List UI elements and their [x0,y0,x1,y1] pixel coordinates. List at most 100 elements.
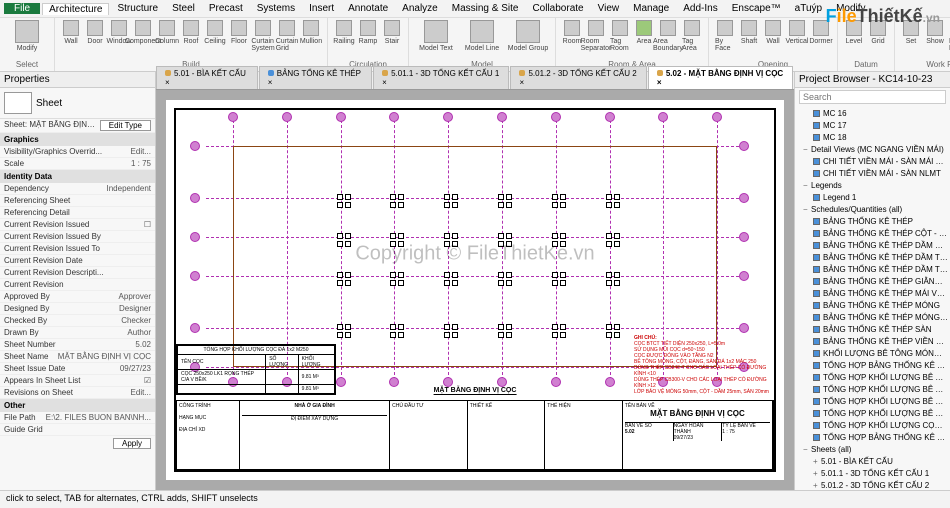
props-row[interactable]: Sheet Issue Date09/27/23 [0,363,155,375]
props-row[interactable]: Current Revision Date [0,255,155,267]
ribbon-wall[interactable]: Wall [61,20,81,52]
props-row[interactable]: Approved ByApprover [0,291,155,303]
browser-search-input[interactable] [799,90,946,104]
properties-type[interactable]: Sheet [0,88,155,119]
drawing-canvas[interactable]: MẶT BẰNG ĐỊNH VỊ CỌC TỔNG HỢP KHỐI LƯỢNG… [166,100,784,480]
tree-item[interactable]: +5.01 - BÌA KẾT CẤU [797,456,948,468]
tree-item[interactable]: TỔNG HỢP KHỐI LƯỢNG BÊ TÔNG DẦM [797,384,948,396]
menu-precast[interactable]: Precast [203,3,249,14]
tree-item[interactable]: BẢNG THỐNG KÊ THÉP GIẰNG MÓNG [797,276,948,288]
ribbon-area-boundary[interactable]: Area Boundary [658,20,678,52]
ribbon-door[interactable]: Door [85,20,105,52]
props-row[interactable]: Appears In Sheet List☑ [0,375,155,387]
props-row[interactable]: Visibility/Graphics Overrid...Edit... [0,146,155,158]
ribbon-shaft[interactable]: Shaft [739,20,759,52]
tree-item[interactable]: TỔNG HỢP KHỐI LƯỢNG CỌC ĐÁ 1x2 M250 [797,420,948,432]
menu-enscape[interactable]: Enscape™ [726,3,787,14]
ribbon-mullion[interactable]: Mullion [301,20,321,52]
tree-item[interactable]: CHI TIẾT VIỀN MÁI - SÀN MÁI TUM [797,156,948,168]
tree-item[interactable]: TỔNG HỢP KHỐI LƯỢNG BÊ TÔNG CỘT ĐÁ 1 [797,372,948,384]
ribbon-stair[interactable]: Stair [382,20,402,52]
menu-manage[interactable]: Manage [627,3,675,14]
menu-structure[interactable]: Structure [111,3,164,14]
props-row[interactable]: Designed ByDesigner [0,303,155,315]
ribbon-vertical[interactable]: Vertical [787,20,807,52]
edit-type-button[interactable]: Edit Type [100,120,151,131]
ribbon-room-separator[interactable]: Room Separator [586,20,606,52]
tree-item[interactable]: TỔNG HỢP BẢNG THỐNG KÊ THÉP THEO CK [797,432,948,444]
menu-massing[interactable]: Massing & Site [446,3,525,14]
menu-systems[interactable]: Systems [251,3,301,14]
props-row[interactable]: Current Revision Descripti... [0,267,155,279]
ribbon-tag-room[interactable]: Tag Room [610,20,630,52]
menu-addins[interactable]: Add-Ins [677,3,723,14]
ribbon-roof[interactable]: Roof [181,20,201,52]
props-row[interactable]: Revisions on SheetEdit... [0,387,155,399]
apply-button[interactable]: Apply [113,438,151,449]
tree-item[interactable]: CHI TIẾT VIỀN MÁI - SÀN NLMT [797,168,948,180]
view-tab[interactable]: 5.02 - MẶT BẰNG ĐỊNH VỊ CỌC × [648,66,793,89]
ribbon-model-line[interactable]: Model Line [461,20,503,52]
ribbon-curtain-system[interactable]: Curtain System [253,20,273,52]
menu-atuyp[interactable]: aTuýp [789,3,828,14]
view-tab[interactable]: 5.01.1 - 3D TỔNG KẾT CẤU 1 × [373,66,509,89]
tree-item[interactable]: −Sheets (all) [797,444,948,456]
properties-selector[interactable]: Sheet: MẶT BẰNG ĐỊNH VỊ CỌC [4,120,100,131]
menu-analyze[interactable]: Analyze [396,3,444,14]
ribbon-floor[interactable]: Floor [229,20,249,52]
tree-item[interactable]: Legend 1 [797,192,948,204]
tree-item[interactable]: −Schedules/Quantities (all) [797,204,948,216]
tree-item[interactable]: KHỐI LƯỢNG BÊ TÔNG MÓNG ĐÁ 1x2 M250 [797,348,948,360]
ribbon-model-text[interactable]: Model Text [415,20,457,52]
props-row[interactable]: Current Revision Issued☐ [0,219,155,231]
props-row[interactable]: Current Revision Issued By [0,231,155,243]
ribbon-area[interactable]: Area [634,20,654,52]
ribbon-by-face[interactable]: By Face [715,20,735,52]
ribbon-ceiling[interactable]: Ceiling [205,20,225,52]
props-row[interactable]: Guide Grid [0,424,155,436]
tree-item[interactable]: BẢNG THỐNG KÊ THÉP DẦM MÁI [797,240,948,252]
tree-item[interactable]: −Legends [797,180,948,192]
tree-item[interactable]: BẢNG THỐNG KÊ THÉP SÀN [797,324,948,336]
props-row[interactable]: Current Revision [0,279,155,291]
ribbon-tag-area[interactable]: Tag Area [682,20,702,52]
menu-annotate[interactable]: Annotate [342,3,394,14]
menu-steel[interactable]: Steel [166,3,201,14]
ribbon-wall[interactable]: Wall [763,20,783,52]
tree-item[interactable]: TỔNG HỢP BẢNG THỐNG KÊ THÉP [797,360,948,372]
tree-item[interactable]: +5.01.2 - 3D TỔNG KẾT CẤU 2 [797,480,948,490]
view-tab[interactable]: 5.01 - BÌA KẾT CẤU × [156,66,258,89]
tree-item[interactable]: BẢNG THỐNG KÊ THÉP VIỀN MÁI [797,336,948,348]
props-row[interactable]: Scale1 : 75 [0,158,155,170]
tree-item[interactable]: −Detail Views (MC NGANG VIỀN MÁI) [797,144,948,156]
ribbon-ramp[interactable]: Ramp [358,20,378,52]
menu-file[interactable]: File [4,3,40,14]
ribbon-modify[interactable]: Modify [6,20,48,52]
props-row[interactable]: Referencing Detail [0,207,155,219]
menu-view[interactable]: View [592,3,626,14]
menu-insert[interactable]: Insert [303,3,340,14]
tree-item[interactable]: BẢNG THỐNG KÊ THÉP [797,216,948,228]
tree-item[interactable]: BẢNG THỐNG KÊ THÉP MÓNG [797,300,948,312]
props-row[interactable]: Referencing Sheet [0,195,155,207]
props-row[interactable]: Current Revision Issued To [0,243,155,255]
ribbon-curtain-grid[interactable]: Curtain Grid [277,20,297,52]
props-row[interactable]: File PathE:\2. FILES BUON BAN\NH... [0,412,155,424]
tree-item[interactable]: +5.01.1 - 3D TỔNG KẾT CẤU 1 [797,468,948,480]
props-row[interactable]: Checked ByChecker [0,315,155,327]
tree-item[interactable]: BẢNG THỐNG KÊ THÉP DẦM TRỆT PHƯƠNG [797,264,948,276]
tree-item[interactable]: BẢNG THỐNG KÊ THÉP CỘT - CỔ CỘT [797,228,948,240]
tree-item[interactable]: TỔNG HỢP KHỐI LƯỢNG BÊ TÔNG SÀN [797,408,948,420]
ribbon-model-group[interactable]: Model Group [507,20,549,52]
menu-collaborate[interactable]: Collaborate [526,3,589,14]
ribbon-room[interactable]: Room [562,20,582,52]
tree-item[interactable]: BẢNG THỐNG KÊ THÉP MÁI VÒM [797,288,948,300]
menu-architecture[interactable]: Architecture [42,3,109,15]
tree-item[interactable]: MC 17 [797,120,948,132]
props-row[interactable]: DependencyIndependent [0,183,155,195]
tree-item[interactable]: BẢNG THỐNG KÊ THÉP DẦM TRỆT PHƯƠNG [797,252,948,264]
tree-item[interactable]: TỔNG HỢP KHỐI LƯỢNG BÊ TÔNG MÓNG Đ [797,396,948,408]
ribbon-window[interactable]: Window [109,20,129,52]
ribbon-railing[interactable]: Railing [334,20,354,52]
view-tab[interactable]: BẢNG TỔNG KÊ THÉP × [259,66,372,89]
